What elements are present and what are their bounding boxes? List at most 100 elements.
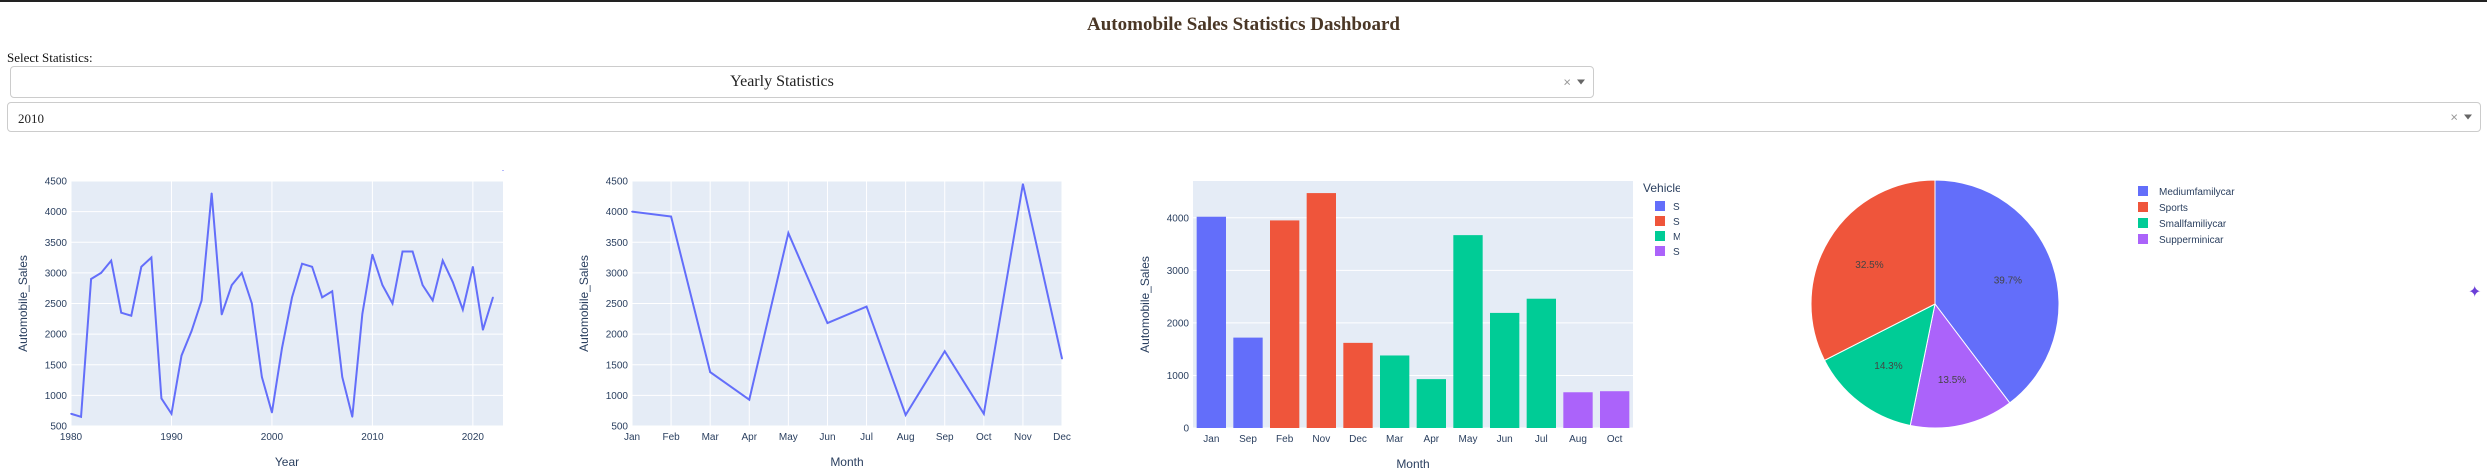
data-point [311, 265, 313, 268]
statistics-dropdown[interactable]: Yearly Statistics × [10, 66, 1594, 98]
x-tick-label: 2000 [261, 432, 284, 443]
x-tick-label: Apr [1424, 434, 1440, 445]
slice-label: 13.5% [1938, 375, 1966, 386]
data-point [140, 265, 143, 268]
monthly-sales-line-chart: Month Automobile_Sales 500 1000 1500 2000 2500… [577, 177, 1071, 468]
legend-title: Vehicle_Type [1643, 181, 1680, 195]
legend-label: Smallfamiliycar [1673, 202, 1680, 213]
data-point [462, 308, 464, 311]
clear-icon[interactable]: × [2450, 110, 2458, 125]
data-point [70, 412, 72, 415]
data-point [670, 215, 672, 218]
x-axis-title: Year [275, 455, 299, 468]
data-point [271, 411, 273, 414]
x-tick-label: May [779, 432, 798, 443]
y-tick-label: 4500 [45, 177, 68, 188]
data-point [331, 290, 334, 293]
y-tick-label: 2500 [45, 299, 68, 310]
page-title: Automobile Sales Statistics Dashboard [1087, 14, 1400, 35]
x-tick-label: May [1459, 434, 1478, 445]
y-tick-label: 3000 [1167, 266, 1190, 277]
y-tick-label: 1000 [45, 391, 68, 402]
bar [1600, 391, 1630, 428]
data-point [80, 416, 82, 418]
x-tick-label: 1980 [60, 432, 83, 443]
x-tick-label: Dec [1053, 432, 1071, 443]
legend-swatch [1655, 216, 1665, 226]
bar [1416, 379, 1446, 428]
y-tick-label: 4500 [606, 177, 629, 188]
y-tick-label: 2000 [45, 330, 68, 341]
x-tick-label: Apr [741, 432, 757, 443]
y-axis-title: Automobile_Sales [577, 255, 591, 352]
data-point [943, 350, 946, 353]
data-point [502, 170, 504, 171]
yearly-sales-line-chart: Year Automobile_Sales 500 1000 1500 2000 2500 3… [16, 170, 504, 468]
bar [1453, 235, 1483, 428]
y-tick-label: 1500 [606, 360, 629, 371]
legend-swatch [2138, 218, 2148, 228]
y-tick-label: 1000 [1167, 371, 1190, 382]
data-point [865, 305, 868, 308]
data-point [261, 376, 263, 378]
x-tick-label: 1990 [160, 432, 183, 443]
data-point [421, 284, 424, 286]
bar [1343, 342, 1373, 428]
x-tick-label: Jul [860, 432, 873, 443]
y-tick-label: 1000 [606, 391, 629, 402]
data-point [748, 398, 751, 401]
data-point [709, 371, 711, 373]
data-point [291, 296, 293, 299]
data-point [90, 278, 92, 280]
y-tick-label: 3000 [606, 268, 629, 279]
data-point [120, 311, 123, 314]
data-point [130, 314, 133, 317]
data-point [787, 232, 790, 234]
data-point [361, 313, 364, 315]
clear-icon[interactable]: × [1563, 75, 1571, 90]
x-tick-label: Jan [624, 432, 640, 443]
x-tick-label: 2010 [361, 432, 384, 443]
data-point [904, 414, 907, 416]
data-point [281, 347, 283, 350]
bar [1563, 392, 1593, 428]
legend-label: Supperminicar [2159, 235, 2224, 246]
statistics-dropdown-value: Yearly Statistics [730, 73, 834, 90]
data-point [482, 329, 484, 331]
y-tick-label: 500 [611, 422, 628, 433]
data-point [431, 299, 434, 302]
legend-swatch [1655, 246, 1665, 256]
sparkle-icon[interactable]: ✦ [2468, 282, 2481, 302]
x-tick-label: Mar [702, 432, 720, 443]
year-dropdown[interactable]: 2010 × [7, 102, 2481, 132]
data-point [391, 302, 394, 305]
data-point [351, 416, 354, 418]
legend-label: Sports [2159, 203, 2188, 214]
chevron-down-icon[interactable] [2464, 114, 2472, 120]
legend-label: Supperminicar [1673, 247, 1680, 258]
x-tick-label: Mar [1386, 434, 1404, 445]
legend-swatch [2138, 234, 2148, 244]
data-point [441, 259, 444, 262]
data-point [200, 299, 203, 302]
data-point [341, 376, 344, 378]
data-point [381, 284, 384, 286]
data-point [150, 256, 153, 259]
y-tick-label: 500 [50, 422, 67, 433]
y-tick-label: 1500 [45, 360, 68, 371]
vehicle-type-bar-chart: Month Automobile_Sales 0 1000 2000 3000 4000 Ja… [1138, 181, 1680, 468]
chevron-down-icon[interactable] [1577, 79, 1585, 85]
data-point [492, 296, 494, 299]
bar [1270, 220, 1300, 428]
data-point [220, 313, 223, 316]
legend-label: Mediumfamilycar [1673, 232, 1680, 243]
data-point [110, 259, 112, 262]
x-tick-label: Nov [1014, 432, 1032, 443]
bar [1306, 193, 1336, 428]
year-dropdown-value: 2010 [18, 111, 44, 126]
legend-label: Sports [1673, 217, 1680, 228]
y-tick-label: 0 [1183, 424, 1189, 435]
bar [1490, 312, 1520, 428]
data-point [1022, 183, 1024, 185]
y-axis-title: Automobile_Sales [16, 255, 30, 352]
